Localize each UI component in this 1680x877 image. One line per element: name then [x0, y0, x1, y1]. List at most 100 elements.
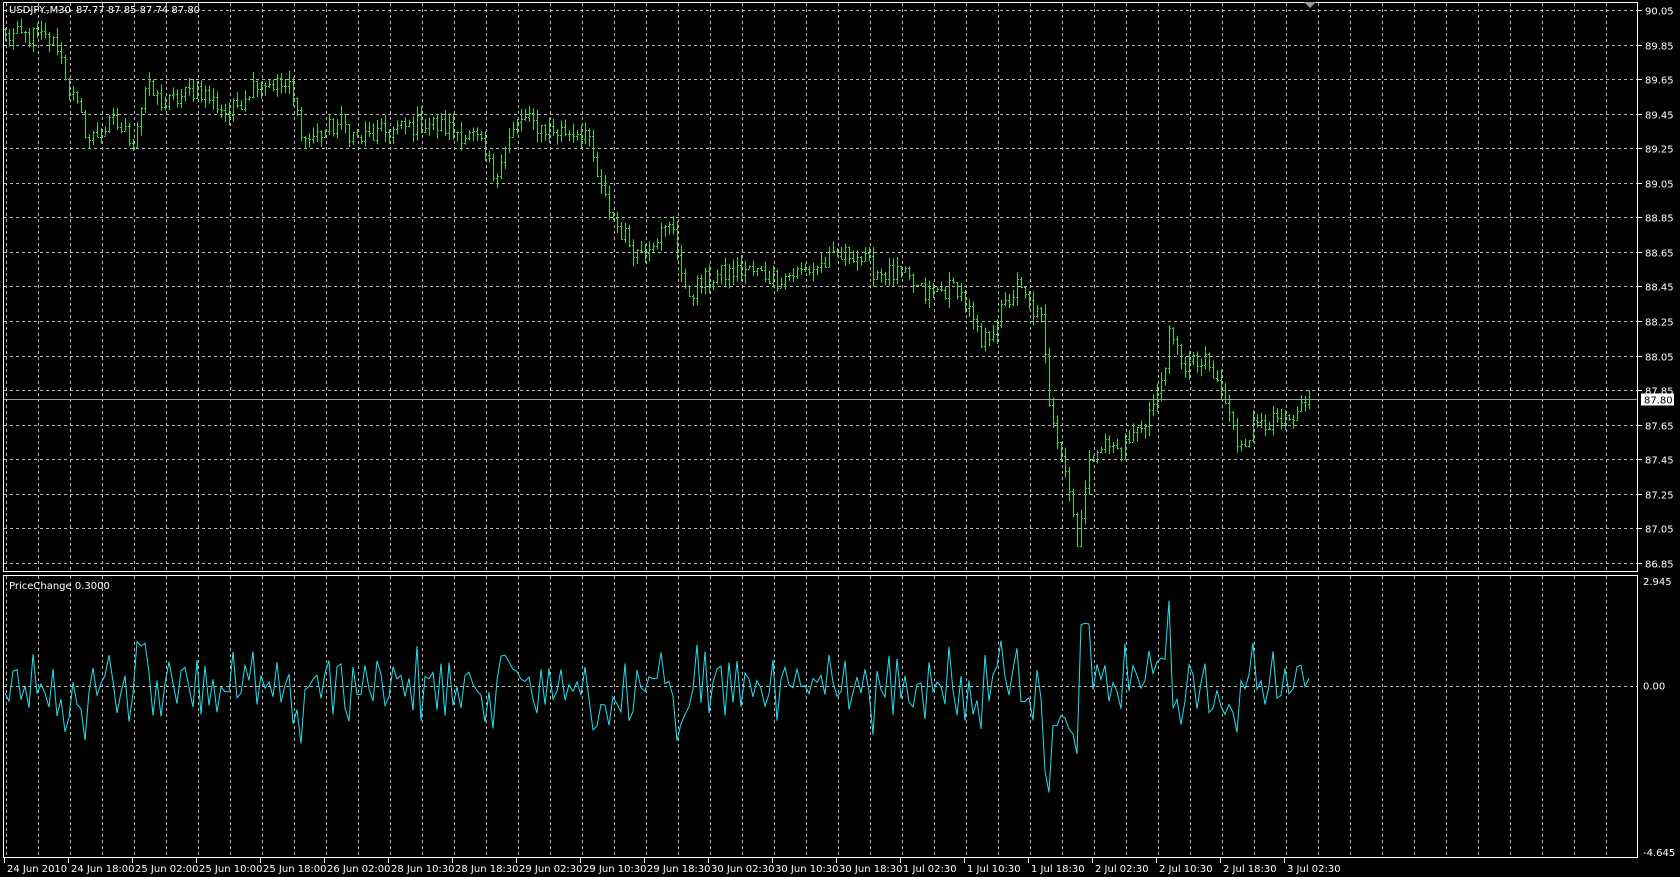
- ohlc-bar: [720, 264, 723, 285]
- ohlc-bar: [352, 132, 355, 145]
- ohlc-bar: [980, 323, 983, 348]
- ohlc-bar: [768, 270, 771, 285]
- ohlc-bar: [304, 136, 307, 149]
- time-axis[interactable]: 24 Jun 2010 24 Jun 18:00 25 Jun 02:00 25 Ju…: [4, 858, 1341, 875]
- price-tick-label: 89.45: [1645, 111, 1674, 122]
- indicator-pane[interactable]: [3, 575, 1638, 858]
- ohlc-bar: [184, 86, 187, 102]
- chart-window[interactable]: 90.05 89.85 89.65 89.45 89.25 89.05 88.85 88.65…: [0, 0, 1680, 877]
- ohlc-bar: [232, 98, 235, 122]
- current-price-label: 87.80: [1644, 396, 1673, 407]
- ohlc-bar: [512, 121, 515, 138]
- ohlc-bar: [424, 119, 427, 133]
- ohlc-bar: [460, 122, 463, 151]
- ohlc-bar: [88, 134, 91, 149]
- time-tick-label: 30 Jun 18:30: [839, 864, 903, 875]
- ohlc-bar: [532, 108, 535, 130]
- ohlc-bar: [168, 94, 171, 111]
- ohlc-bar: [520, 108, 523, 132]
- ohlc-bar: [1140, 420, 1143, 433]
- ohlc-bar: [244, 90, 247, 112]
- ohlc-bar: [860, 256, 863, 266]
- ohlc-bar: [588, 128, 591, 147]
- time-tick-label: 25 Jun 18:00: [263, 864, 327, 875]
- ohlc-bar: [392, 126, 395, 144]
- ohlc-bar: [220, 104, 223, 119]
- ohlc-bar: [1104, 433, 1107, 453]
- indicator-tick-label: 0.00: [1643, 682, 1665, 693]
- ohlc-bar: [1300, 395, 1303, 412]
- ohlc-bar: [736, 256, 739, 282]
- ohlc-bar: [384, 114, 387, 142]
- ohlc-bar: [988, 331, 991, 347]
- ohlc-bar: [300, 106, 303, 142]
- ohlc-bar: [1244, 438, 1247, 447]
- ohlc-bar: [380, 118, 383, 132]
- ohlc-bar: [1044, 304, 1047, 364]
- ohlc-bar: [500, 154, 503, 180]
- ohlc-bar: [896, 257, 899, 285]
- ohlc-bar: [124, 118, 127, 132]
- price-bars: [4, 18, 1311, 548]
- ohlc-bar: [28, 28, 31, 48]
- ohlc-bar: [760, 266, 763, 271]
- ohlc-bar: [1176, 335, 1179, 355]
- ohlc-bar: [1052, 397, 1055, 428]
- ohlc-bar: [1228, 394, 1231, 422]
- price-axis[interactable]: 90.05 89.85 89.65 89.45 89.25 89.05 88.85 88.65…: [1638, 7, 1674, 571]
- ohlc-bar: [376, 120, 379, 145]
- ohlc-bar: [604, 175, 607, 197]
- time-tick-label: 25 Jun 02:00: [135, 864, 199, 875]
- ohlc-bar: [264, 82, 267, 96]
- ohlc-bar: [668, 221, 671, 236]
- ohlc-bar: [1208, 352, 1211, 372]
- price-tick-label: 88.45: [1645, 283, 1674, 294]
- ohlc-bar: [64, 54, 67, 81]
- chart-shift-marker-icon[interactable]: [1304, 2, 1316, 8]
- ohlc-bar: [1288, 414, 1291, 421]
- ohlc-bar: [1236, 417, 1239, 453]
- ohlc-bar: [664, 224, 667, 237]
- ohlc-bar: [1248, 440, 1251, 448]
- ohlc-bar: [584, 122, 587, 145]
- ohlc-bar: [404, 117, 407, 135]
- ohlc-bar: [608, 185, 611, 221]
- ohlc-bar: [904, 266, 907, 273]
- ohlc-bar: [340, 105, 343, 130]
- ohlc-bar: [844, 243, 847, 266]
- ohlc-bar: [112, 107, 115, 126]
- ohlc-bar: [1132, 423, 1135, 443]
- ohlc-bar: [912, 273, 915, 294]
- ohlc-bar: [336, 119, 339, 139]
- ohlc-bar: [884, 272, 887, 286]
- ohlc-bar: [32, 27, 35, 53]
- ohlc-bar: [488, 150, 491, 163]
- ohlc-bar: [936, 286, 939, 292]
- ohlc-bar: [312, 127, 315, 144]
- time-tick-label: 1 Jul 02:30: [903, 864, 957, 875]
- price-tick-label: 87.45: [1645, 456, 1674, 467]
- time-tick-label: 30 Jun 10:30: [775, 864, 839, 875]
- ohlc-bar: [180, 88, 183, 109]
- ohlc-bar: [908, 266, 911, 281]
- ohlc-bar: [428, 117, 431, 136]
- time-tick-label: 26 Jun 02:00: [327, 864, 391, 875]
- ohlc-bar: [1164, 367, 1167, 386]
- ohlc-bar: [704, 267, 707, 295]
- ohlc-bar: [276, 74, 279, 97]
- ohlc-bar: [984, 327, 987, 352]
- ohlc-bar: [620, 222, 623, 240]
- ohlc-bar: [448, 113, 451, 141]
- ohlc-bar: [1212, 360, 1215, 379]
- ohlc-bar: [1056, 415, 1059, 450]
- ohlc-bar: [56, 27, 59, 56]
- ohlc-bar: [1152, 394, 1155, 417]
- time-tick-label: 2 Jul 02:30: [1095, 864, 1149, 875]
- ohlc-bar: [692, 294, 695, 306]
- ohlc-bar: [1200, 358, 1203, 377]
- ohlc-bar: [688, 285, 691, 297]
- ohlc-bar: [432, 116, 435, 131]
- ohlc-bar: [1012, 289, 1015, 307]
- price-tick-label: 88.05: [1645, 353, 1674, 364]
- ohlc-bar: [144, 86, 147, 114]
